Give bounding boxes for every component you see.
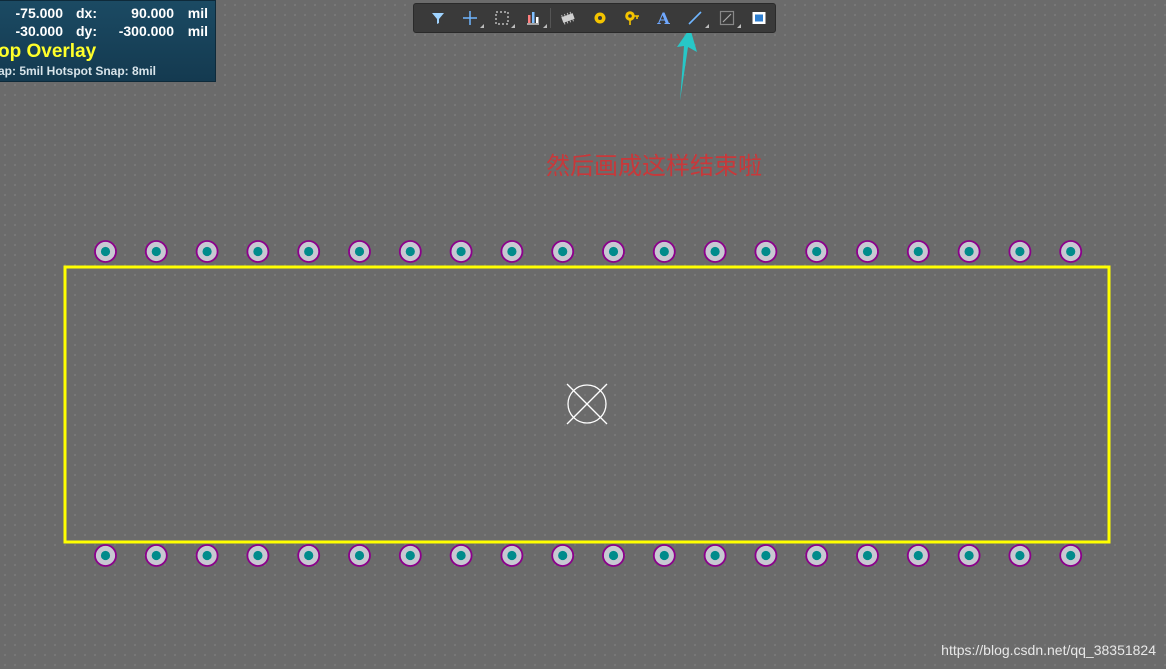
pad [1008, 544, 1032, 567]
hud-unit: mil [187, 23, 208, 39]
pad [94, 544, 117, 567]
pad [703, 544, 727, 567]
pad [398, 240, 422, 263]
pad [1008, 240, 1032, 263]
pad [398, 544, 422, 567]
pad [144, 544, 168, 567]
pad [246, 544, 270, 567]
pad [856, 544, 879, 567]
origin-marker [566, 383, 608, 425]
pad-row-bottom [94, 544, 1083, 567]
pad [551, 240, 575, 263]
region-button[interactable] [743, 5, 775, 31]
dropdown-arrow-icon [705, 24, 710, 28]
pad [348, 544, 371, 567]
align-button[interactable] [517, 5, 549, 31]
hud-dx-value: 90.000 [131, 5, 174, 21]
component-button[interactable] [552, 5, 584, 31]
dropdown-arrow-icon [479, 24, 484, 28]
line-icon [688, 11, 702, 25]
pad [602, 544, 625, 567]
pad [805, 240, 829, 263]
pad [551, 544, 575, 567]
pad [449, 240, 473, 263]
hud-y-value: -30.000 [15, 23, 63, 39]
dropdown-arrow-icon [511, 24, 516, 28]
dropdown-arrow-icon [543, 24, 548, 28]
text-icon: A [657, 8, 670, 28]
crosshair-icon [462, 11, 477, 25]
pad [652, 240, 676, 263]
active-bar-toolbar: A [413, 3, 776, 33]
hud-x-value: -75.000 [15, 5, 63, 21]
pad [906, 240, 930, 263]
pad [754, 544, 778, 567]
pad [94, 240, 117, 263]
dimension-button[interactable] [711, 5, 743, 31]
pad [500, 240, 524, 263]
pad [449, 544, 473, 567]
text-button[interactable]: A [648, 5, 680, 31]
hud-row-x: -75.000 dx: 90.000 mil [0, 5, 208, 21]
pad [195, 544, 219, 567]
hud-snap-info: ap: 5mil Hotspot Snap: 8mil [0, 64, 157, 78]
pad [195, 240, 219, 263]
dimension-icon [720, 10, 735, 26]
align-icon [527, 12, 540, 25]
filter-button[interactable] [422, 5, 454, 31]
watermark: https://blog.csdn.net/qq_38351824 [941, 642, 1156, 658]
pad-row-top [94, 240, 1083, 263]
region-icon [752, 12, 766, 24]
pad-button[interactable] [584, 5, 616, 31]
via-button[interactable] [616, 5, 648, 31]
pad [906, 544, 930, 567]
pad [1059, 544, 1083, 567]
annotation-text: 然后画成这样结束啦 [546, 152, 762, 180]
pad [144, 240, 168, 263]
hud-unit: mil [187, 5, 208, 21]
filter-icon [431, 13, 444, 24]
pad [754, 240, 778, 263]
pcb-canvas[interactable] [0, 0, 1166, 669]
pad [652, 544, 676, 567]
pad [348, 240, 371, 263]
pad [246, 240, 270, 263]
select-rect-icon [494, 11, 509, 25]
component-icon [561, 11, 575, 25]
pad [856, 240, 879, 263]
hud-dy-label: dy: [76, 23, 97, 39]
pad [500, 544, 524, 567]
crosshair-button[interactable] [454, 5, 486, 31]
pad [297, 240, 321, 263]
dropdown-arrow-icon [737, 24, 742, 28]
line-button[interactable] [680, 5, 712, 31]
pad-icon [594, 12, 606, 24]
hud-dy-value: -300.000 [118, 23, 174, 39]
pad [957, 240, 981, 263]
pad [805, 544, 829, 567]
coordinate-hud: -75.000 dx: 90.000 mil -30.000 dy: -300.000 mi… [0, 0, 216, 82]
pad [703, 240, 727, 263]
toolbar-separator [550, 8, 552, 28]
pad [297, 544, 321, 567]
pad [602, 240, 625, 263]
pad [957, 544, 981, 567]
hud-dx-label: dx: [76, 5, 97, 21]
hud-current-layer: op Overlay [0, 41, 97, 62]
hud-row-y: -30.000 dy: -300.000 mil [0, 23, 208, 39]
annotation-arrow [677, 28, 697, 101]
via-icon [624, 11, 639, 25]
select-button[interactable] [486, 5, 518, 31]
pad [1059, 240, 1083, 263]
